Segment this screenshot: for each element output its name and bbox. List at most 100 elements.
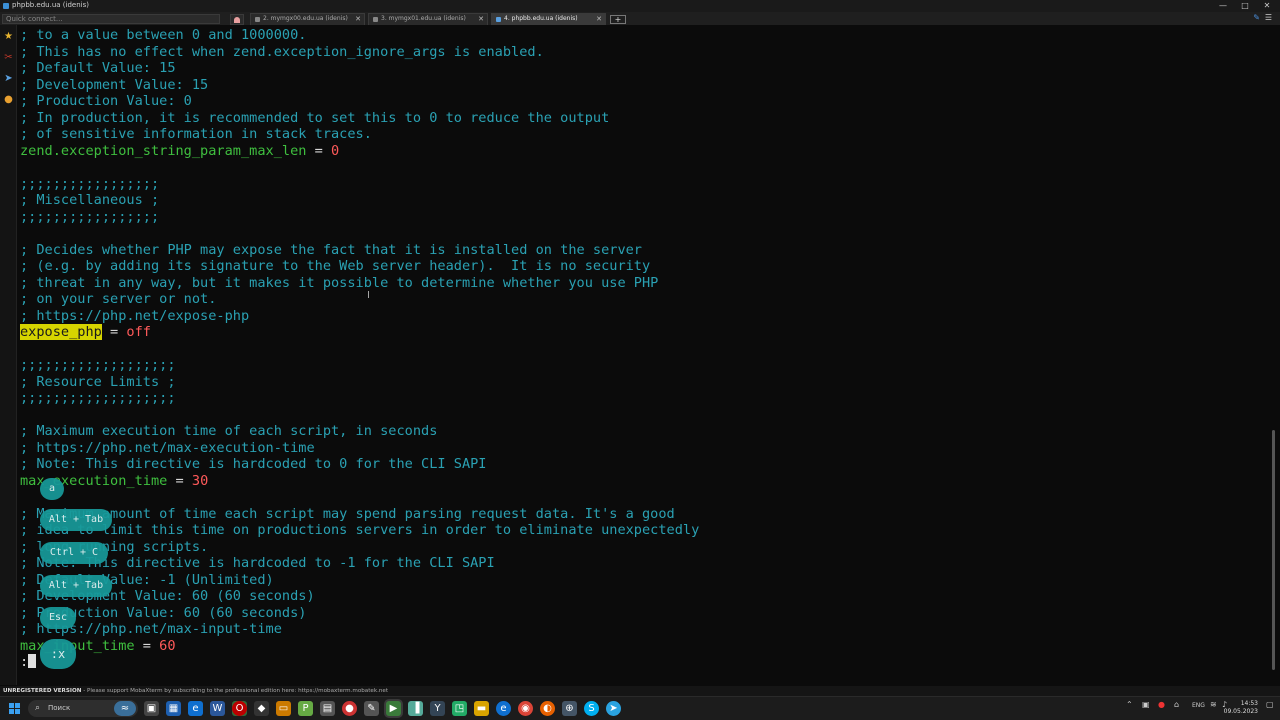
notepad-icon[interactable]: ✎ <box>364 701 379 716</box>
tab-label: 2. mymgx00.edu.ua (idenis) <box>263 15 348 22</box>
store-icon[interactable]: ▦ <box>166 701 181 716</box>
keypress-overlay: Alt + Tab <box>40 509 112 531</box>
vim-command-line[interactable]: : <box>20 654 1272 671</box>
comment-text: ; In production, it is recommended to se… <box>20 109 610 126</box>
opera-icon[interactable]: O <box>232 701 247 716</box>
star-icon[interactable]: ★ <box>3 31 14 42</box>
phpstorm-icon[interactable]: P <box>298 701 313 716</box>
terminal-line: ;;;;;;;;;;;;;;;;;;; <box>20 357 1272 374</box>
windows-logo-icon <box>9 703 14 708</box>
window-titlebar: phpbb.edu.ua (idenis) — □ ✕ <box>0 0 1280 12</box>
vpn-icon[interactable]: ⊕ <box>562 701 577 716</box>
language-indicator[interactable]: ENG <box>1192 702 1205 709</box>
tray-record-icon[interactable]: ● <box>1158 700 1165 709</box>
search-label: Поиск <box>48 704 71 712</box>
terminal-line: ; Default Value: 15 <box>20 60 1272 77</box>
comment-text: ; to a value between 0 and 1000000. <box>20 27 307 43</box>
terminal-line: ; Miscellaneous ; <box>20 192 1272 209</box>
comment-text: ; (e.g. by adding its signature to the W… <box>20 258 651 274</box>
terminal-line: ;;;;;;;;;;;;;;;;;;; <box>20 390 1272 407</box>
search-icon: ⌕ <box>35 703 41 713</box>
comment-text: ; Resource Limits ; <box>20 373 176 390</box>
start-button[interactable] <box>9 703 21 715</box>
tray-overflow-icon[interactable]: ⌃ <box>1126 700 1133 709</box>
quick-connect-input[interactable]: Quick connect... <box>2 14 220 24</box>
terminal-line: ;;;;;;;;;;;;;;;;; <box>20 209 1272 226</box>
tools-icon[interactable]: ✂ <box>3 52 14 63</box>
app-icon-2[interactable]: ◳ <box>452 701 467 716</box>
edit-icon[interactable]: ✎ <box>1253 13 1260 22</box>
block-cursor <box>28 654 37 668</box>
taskbar-clock[interactable]: 14:53 09.05.2023 <box>1214 700 1258 716</box>
recorder-icon[interactable]: ● <box>342 701 357 716</box>
chrome-icon[interactable]: ◉ <box>518 701 533 716</box>
terminal-line: ; (e.g. by adding its signature to the W… <box>20 258 1272 275</box>
terminal-line: ; Development Value: 60 (60 seconds) <box>20 588 1272 605</box>
word-icon[interactable]: W <box>210 701 225 716</box>
skype-icon[interactable]: S <box>584 701 599 716</box>
comment-text: ;;;;;;;;;;;;;;;;;;; <box>20 390 176 406</box>
maximize-button[interactable]: □ <box>1234 0 1256 12</box>
close-window-button[interactable]: ✕ <box>1256 0 1278 12</box>
file-explorer-icon[interactable]: ▬ <box>474 701 489 716</box>
comment-text: ; on your server or not. <box>20 291 217 307</box>
terminal-line: ; https://php.net/max-execution-time <box>20 440 1272 457</box>
edge-icon[interactable]: e <box>188 701 203 716</box>
terminal-line: ; Development Value: 15 <box>20 77 1272 94</box>
network-tool-icon[interactable]: Y <box>430 701 445 716</box>
terminal-line: ; to a value between 0 and 1000000. <box>20 27 1272 44</box>
tab-session-4[interactable]: 4. phpbb.edu.ua (idenis) ✕ <box>491 13 606 25</box>
window-title: phpbb.edu.ua (idenis) <box>12 1 89 9</box>
comment-text: ; https://php.net/max-execution-time <box>20 439 315 456</box>
directive-value: 30 <box>191 472 209 489</box>
equals-sign: = <box>167 472 192 489</box>
notifications-icon[interactable]: ▢ <box>1266 700 1274 709</box>
mobaxterm-app-icon <box>3 3 9 9</box>
home-icon <box>234 17 240 23</box>
close-tab-icon[interactable]: ✕ <box>596 14 602 24</box>
terminal-scrollbar[interactable] <box>1272 430 1275 670</box>
comment-text: ; idea to limit this time on productions… <box>20 522 700 538</box>
tab-session-3[interactable]: 3. mymgx01.edu.ua (idenis) ✕ <box>368 13 488 25</box>
comment-text: ; threat in any way, but it makes it pos… <box>20 274 659 291</box>
close-tab-icon[interactable]: ✕ <box>478 14 484 24</box>
minimize-button[interactable]: — <box>1212 0 1234 12</box>
terminal-line: ; Decides whether PHP may expose the fac… <box>20 242 1272 259</box>
terminal-line: ; Maximum execution time of each script,… <box>20 423 1272 440</box>
firefox-icon[interactable]: ◐ <box>540 701 555 716</box>
terminal-line: ; long running scripts. <box>20 539 1272 556</box>
edge-icon-2[interactable]: e <box>496 701 511 716</box>
mobaxterm-taskbar-icon[interactable]: ▶ <box>386 701 401 716</box>
menu-icon[interactable]: ☰ <box>1265 13 1272 22</box>
telegram-icon[interactable]: ➤ <box>606 701 621 716</box>
tray-app-icon[interactable]: ▣ <box>1142 700 1150 709</box>
text-cursor-icon: I <box>367 290 370 301</box>
directive-value: 0 <box>331 142 340 159</box>
terminal-line: ; Production Value: 60 (60 seconds) <box>20 605 1272 622</box>
comment-text: ;;;;;;;;;;;;;;;;; <box>20 208 160 225</box>
terminal-viewport[interactable]: ; to a value between 0 and 1000000.; Thi… <box>20 27 1272 685</box>
macro-icon[interactable]: ● <box>3 94 14 105</box>
editor-icon[interactable]: ▐ <box>408 701 423 716</box>
support-message[interactable]: - Please support MobaXterm by subscribin… <box>81 688 388 694</box>
terminal-icon <box>255 17 260 22</box>
send-icon[interactable]: ➤ <box>3 73 14 84</box>
tab-session-2[interactable]: 2. mymgx00.edu.ua (idenis) ✕ <box>250 13 365 25</box>
github-icon[interactable]: ◆ <box>254 701 269 716</box>
keypress-overlay: Esc <box>40 607 76 629</box>
new-tab-button[interactable]: + <box>610 15 626 24</box>
equals-sign: = <box>101 324 127 340</box>
widget-icon[interactable]: ≈ <box>114 701 136 716</box>
close-tab-icon[interactable]: ✕ <box>355 14 361 24</box>
home-tab[interactable] <box>230 14 244 25</box>
calculator-icon[interactable]: ▤ <box>320 701 335 716</box>
terminal-line: zend.exception_string_param_max_len = 0 <box>20 143 1272 160</box>
comment-text: ; This has no effect when zend.exception… <box>20 43 544 60</box>
folder-app-icon[interactable]: ▭ <box>276 701 291 716</box>
network-icon[interactable]: ⌂ <box>1174 700 1179 709</box>
terminal-line: ; This has no effect when zend.exception… <box>20 44 1272 61</box>
task-view-icon[interactable]: ▣ <box>144 701 159 716</box>
tab-label: 4. phpbb.edu.ua (idenis) <box>504 15 578 22</box>
